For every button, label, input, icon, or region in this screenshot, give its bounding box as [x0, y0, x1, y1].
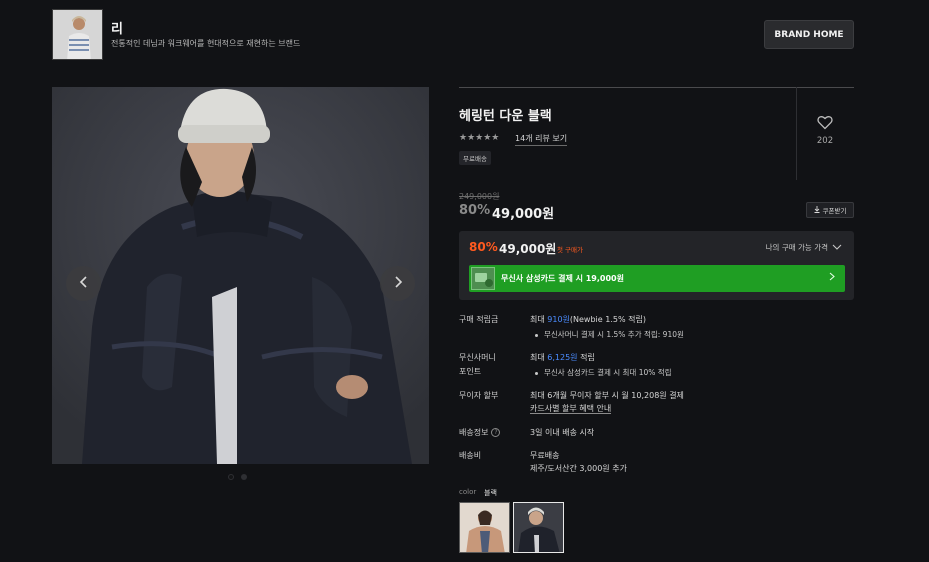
money-label-line2: 포인트: [459, 367, 482, 376]
coupon-button-label: 쿠폰받기: [822, 207, 847, 215]
money-label: 무신사머니 포인트: [459, 352, 496, 378]
brand-name[interactable]: 리: [111, 18, 123, 37]
shipping-fee-value: 무료배송: [530, 451, 560, 460]
product-main-image: [52, 87, 429, 464]
installment-link[interactable]: 카드사별 할부 혜택 안내: [530, 404, 612, 414]
chevron-left-icon: [79, 275, 89, 292]
money-sub-text: 무신사 삼성카드 결제 시 최대 10% 적립: [544, 368, 672, 377]
shipping-info-value: 3일 이내 배송 시작: [530, 428, 595, 437]
installment-label: 무이자 할부: [459, 391, 499, 400]
shipping-info-label: 배송정보?: [459, 427, 501, 439]
points-sub-text: 무신사머니 결제 시 1.5% 추가 적립: 910원: [544, 330, 684, 339]
discount-rate: 80%: [459, 203, 491, 218]
points-value: 최대 910원(Newbie 1.5% 적립): [530, 314, 646, 326]
installment-value: 최대 6개월 무이자 할부 시 월 10,208원 결제: [530, 391, 684, 400]
review-link[interactable]: 14개 리뷰 보기: [515, 133, 568, 146]
card-promo-text: 무신사 삼성카드 결제 시 19,000원: [501, 274, 624, 283]
points-prefix: 최대: [530, 315, 548, 324]
color-value: 블랙: [484, 489, 497, 497]
free-shipping-badge: 무료배송: [459, 151, 491, 165]
card-promo-banner[interactable]: 무신사 삼성카드 결제 시 19,000원: [469, 265, 845, 292]
my-price-toggle[interactable]: 나의 구매 가능 가격: [766, 242, 842, 253]
wish-count: 202: [816, 136, 834, 146]
rating-stars: ★★★★★: [459, 133, 500, 143]
card-promo-thumbnail: [471, 267, 495, 290]
money-label-line1: 무신사머니: [459, 353, 496, 362]
installment-link-wrap: 카드사별 할부 혜택 안내: [530, 403, 612, 415]
download-icon: [814, 205, 820, 215]
money-amount: 6,125원: [547, 353, 578, 362]
original-price: 249,000원: [459, 192, 500, 201]
color-label: color: [459, 488, 477, 496]
money-value: 최대 6,125원 적립: [530, 352, 595, 364]
shipping-fee-label: 배송비: [459, 451, 482, 460]
wishlist-button[interactable]: 202: [805, 115, 845, 146]
coupon-button[interactable]: 쿠폰받기: [806, 202, 854, 218]
shipping-info-label-text: 배송정보: [459, 428, 489, 437]
gallery-dot[interactable]: [228, 474, 234, 480]
brand-description: 전통적인 데님과 워크웨어를 현대적으로 재현하는 브랜드: [111, 39, 301, 48]
gallery-prev-button[interactable]: [66, 266, 101, 301]
money-suffix: 적립: [577, 353, 595, 362]
color-option-black[interactable]: [513, 502, 564, 553]
my-price-label: 나의 구매 가능 가격: [765, 243, 828, 252]
divider: [459, 87, 854, 88]
shipping-fee-sub: 제주/도서산간 3,000원 추가: [530, 464, 627, 473]
chevron-right-icon: [829, 272, 835, 284]
points-label: 구매 적립금: [459, 315, 499, 324]
money-sub: 무신사 삼성카드 결제 시 최대 10% 적립: [535, 367, 672, 379]
money-prefix: 최대: [530, 353, 548, 362]
divider: [796, 87, 797, 180]
first-purchase-label: 첫 구매가: [557, 246, 583, 254]
best-price-box: 80% 49,000원 첫 구매가 나의 구매 가능 가격 무신사 삼성카드 결…: [459, 231, 854, 300]
best-price-rate: 80%: [469, 240, 498, 254]
points-suffix: (Newbie 1.5% 적립): [569, 315, 646, 324]
points-sub: 무신사머니 결제 시 1.5% 추가 적립: 910원: [535, 329, 684, 341]
points-amount: 910원: [547, 315, 570, 324]
brand-home-button[interactable]: BRAND HOME: [764, 20, 854, 49]
best-price-value: 49,000원: [499, 242, 557, 256]
brand-thumbnail[interactable]: [52, 9, 103, 60]
sale-price: 49,000원: [492, 207, 555, 222]
heart-icon: [817, 115, 833, 134]
color-option-beige[interactable]: [459, 502, 510, 553]
help-icon[interactable]: ?: [491, 428, 501, 437]
product-title: 헤링턴 다운 블랙: [459, 109, 552, 124]
gallery-next-button[interactable]: [380, 266, 415, 301]
chevron-down-icon: [832, 243, 842, 252]
gallery-dot[interactable]: [241, 474, 247, 480]
gallery-dots: [228, 474, 247, 480]
chevron-right-icon: [393, 275, 403, 292]
